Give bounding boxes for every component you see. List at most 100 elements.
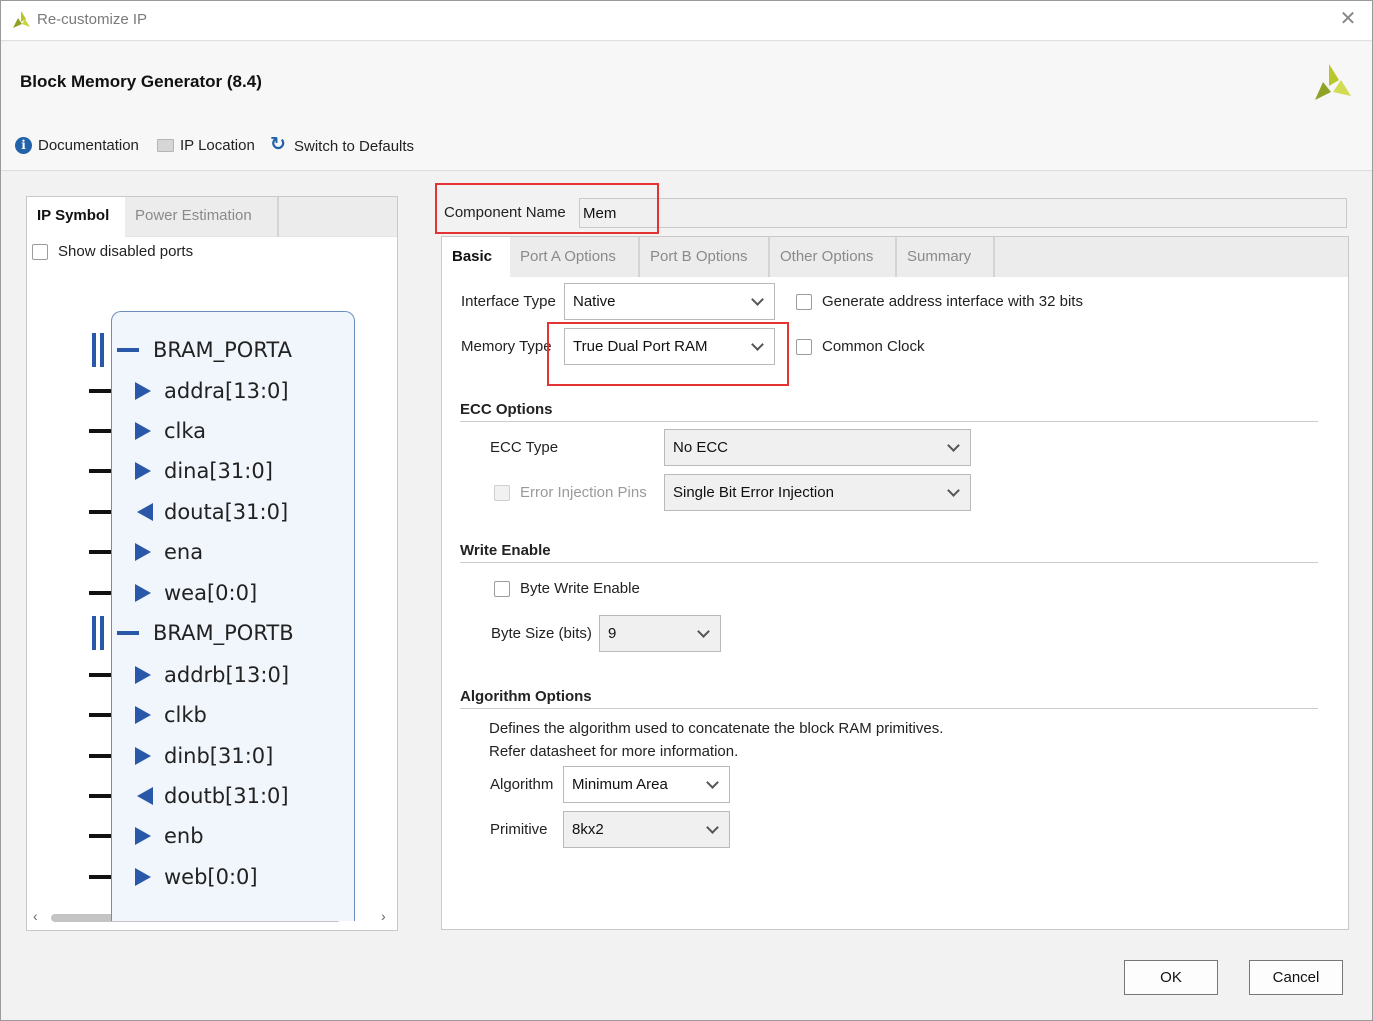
port-label: clkb [164,703,207,727]
port-row: clkb [89,700,207,730]
port-label: web[0:0] [164,865,258,889]
title-bar: Re-customize IP ✕ [1,1,1372,41]
error-injection-select[interactable]: Single Bit Error Injection [664,474,971,511]
close-icon[interactable]: ✕ [1338,9,1358,29]
port-label: wea[0:0] [164,581,258,605]
divider [460,421,1318,422]
tab-basic[interactable]: Basic [442,237,510,277]
switch-defaults-label: Switch to Defaults [294,137,415,155]
config-tab-bar: Basic Port A Options Port B Options Othe… [442,237,1348,277]
checkbox-box[interactable] [796,293,812,310]
dialog-header: Block Memory Generator (8.4) i Documenta… [1,42,1372,171]
tab-summary[interactable]: Summary [897,237,995,277]
ecc-type-label: ECC Type [490,439,559,456]
show-disabled-ports-checkbox[interactable]: Show disabled ports [32,243,193,260]
tab-port-b-options[interactable]: Port B Options [640,237,770,277]
input-arrow-icon [135,706,151,724]
algorithm-value: Minimum Area [572,776,668,793]
chevron-down-icon [706,776,719,789]
collapse-icon[interactable] [117,348,139,352]
ip-title: Block Memory Generator (8.4) [20,72,262,91]
tab-ip-symbol[interactable]: IP Symbol [27,197,125,237]
tab-power-estimation[interactable]: Power Estimation [125,197,279,237]
algorithm-select[interactable]: Minimum Area [563,766,730,803]
byte-size-value: 9 [608,625,617,642]
output-arrow-icon [137,787,153,805]
port-label: douta[31:0] [164,500,289,524]
byte-size-select[interactable]: 9 [599,615,721,652]
error-injection-checkbox: Error Injection Pins [494,484,647,501]
divider [460,708,1318,709]
interface-type-label: Interface Type [461,293,556,310]
primitive-select[interactable]: 8kx2 [563,811,730,848]
checkbox-box[interactable] [32,243,48,260]
byte-write-enable-label: Byte Write Enable [520,580,640,597]
algorithm-description-line2: Refer datasheet for more information. [489,743,739,760]
port-label: doutb[31:0] [164,784,289,808]
switch-defaults-button[interactable]: ↻ Switch to Defaults [270,135,415,155]
highlight-memory-type [547,322,789,386]
generate-address-checkbox[interactable]: Generate address interface with 32 bits [796,293,1083,310]
port-row: doutb[31:0] [89,781,289,811]
ecc-type-select[interactable]: No ECC [664,429,971,466]
bus-bram-porta[interactable]: BRAM_PORTA [89,332,292,368]
port-label: addrb[13:0] [164,663,290,687]
ecc-type-value: No ECC [673,439,729,456]
xilinx-logo [1315,64,1351,100]
collapse-icon[interactable] [117,631,139,635]
algorithm-label: Algorithm [490,776,554,793]
checkbox-box [494,484,510,501]
port-row: dinb[31:0] [89,741,273,771]
common-clock-checkbox[interactable]: Common Clock [796,338,925,355]
bus-bram-portb[interactable]: BRAM_PORTB [89,615,294,651]
bus-bars-icon [92,333,108,367]
app-icon [13,11,30,28]
byte-write-enable-checkbox[interactable]: Byte Write Enable [494,580,640,597]
bus-label: BRAM_PORTA [153,338,292,362]
primitive-label: Primitive [490,821,548,838]
dialog-window: Re-customize IP ✕ Block Memory Generator… [0,0,1373,1021]
ip-location-button[interactable]: IP Location [157,137,255,154]
chevron-down-icon [697,625,710,638]
ecc-options-title: ECC Options [460,401,553,418]
error-injection-label: Error Injection Pins [520,484,647,501]
checkbox-box[interactable] [494,580,510,597]
window-title: Re-customize IP [37,11,148,28]
divider [460,562,1318,563]
left-tab-bar: IP Symbol Power Estimation [27,197,397,237]
input-arrow-icon [135,584,151,602]
tab-port-a-options[interactable]: Port A Options [510,237,640,277]
port-label: ena [164,540,204,564]
scroll-left-icon[interactable]: ‹ [33,908,38,924]
generate-address-label: Generate address interface with 32 bits [822,293,1083,310]
ip-location-label: IP Location [180,137,255,154]
cancel-button[interactable]: Cancel [1249,960,1343,995]
bus-label: BRAM_PORTB [153,621,294,645]
documentation-label: Documentation [38,137,139,154]
chevron-down-icon [947,484,960,497]
port-label: addra[13:0] [164,379,289,403]
checkbox-box[interactable] [796,338,812,355]
interface-type-select[interactable]: Native [564,283,775,320]
memory-type-label: Memory Type [461,338,552,355]
port-row: dina[31:0] [89,456,273,486]
port-row: douta[31:0] [89,497,288,527]
component-name-input[interactable] [579,198,1347,228]
port-row: enb [89,821,204,851]
bus-bars-icon [92,616,108,650]
tab-other-options[interactable]: Other Options [770,237,897,277]
byte-size-label: Byte Size (bits) [491,625,592,642]
port-row: clka [89,416,206,446]
highlight-component-name [435,183,659,234]
port-row: web[0:0] [89,862,258,892]
input-arrow-icon [135,382,151,400]
scroll-right-icon[interactable]: › [381,908,386,924]
port-row: addra[13:0] [89,376,289,406]
info-icon: i [15,137,32,154]
port-label: clka [164,419,207,443]
ok-button[interactable]: OK [1124,960,1218,995]
documentation-button[interactable]: i Documentation [15,137,139,154]
primitive-value: 8kx2 [572,821,604,838]
port-label: dina[31:0] [164,459,273,483]
output-arrow-icon [137,503,153,521]
